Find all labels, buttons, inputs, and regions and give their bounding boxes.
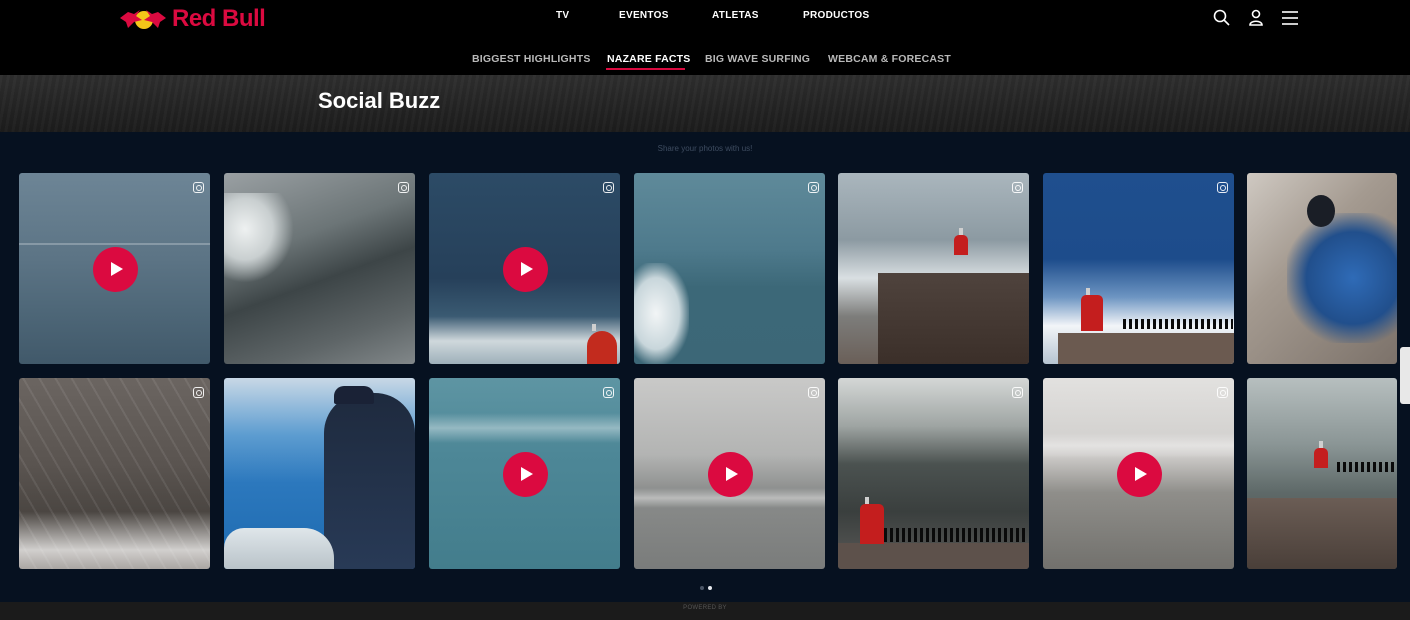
instagram-icon (1217, 182, 1228, 193)
search-icon[interactable] (1212, 8, 1232, 28)
main-nav: TV EVENTOS ATLETAS PRODUCTOS (0, 10, 1410, 24)
instagram-icon (193, 387, 204, 398)
play-icon[interactable] (502, 451, 548, 497)
powered-by-text: POWERED BY (683, 605, 727, 611)
play-icon[interactable] (1116, 451, 1162, 497)
page-title: Social Buzz (318, 88, 441, 113)
header-actions (1212, 8, 1300, 28)
instagram-icon (1012, 182, 1023, 193)
gallery-tile-r2-c2[interactable] (224, 378, 415, 569)
instagram-icon (193, 182, 204, 193)
gallery-pagination (700, 586, 712, 590)
nav-link-productos[interactable]: PRODUCTOS (803, 10, 869, 21)
play-icon[interactable] (502, 246, 548, 292)
pagination-dot-2[interactable] (708, 586, 712, 590)
subnav-nazare-facts[interactable]: NAZARE FACTS (607, 53, 690, 65)
nav-link-eventos[interactable]: EVENTOS (619, 10, 669, 21)
gallery-tile-r1-c4[interactable] (634, 173, 825, 364)
gallery-tile-r2-c3[interactable] (429, 378, 620, 569)
user-icon[interactable] (1246, 8, 1266, 28)
play-icon[interactable] (92, 246, 138, 292)
gallery-tile-r1-c1[interactable] (19, 173, 210, 364)
gallery-tile-r2-c5[interactable] (838, 378, 1029, 569)
pagination-dot-1[interactable] (700, 586, 704, 590)
gallery-tile-r1-c2[interactable] (224, 173, 415, 364)
section-header: Social Buzz (0, 75, 1410, 132)
instagram-icon (603, 182, 614, 193)
gallery-tile-r1-c6[interactable] (1043, 173, 1234, 364)
top-navigation-bar: Red Bull TV EVENTOS ATLETAS PRODUCTOS BI… (0, 0, 1410, 75)
sub-navigation: BIGGEST HIGHLIGHTS NAZARE FACTS BIG WAVE… (0, 53, 1410, 73)
footer-strip: POWERED BY (0, 602, 1410, 620)
gallery-tile-r2-c4[interactable] (634, 378, 825, 569)
gallery-tile-r2-c1[interactable] (19, 378, 210, 569)
gallery-caption: Share your photos with us! (657, 144, 753, 153)
instagram-icon (808, 387, 819, 398)
play-icon[interactable] (707, 451, 753, 497)
instagram-icon (808, 182, 819, 193)
subnav-biggest-highlights[interactable]: BIGGEST HIGHLIGHTS (472, 53, 591, 65)
menu-icon[interactable] (1280, 8, 1300, 28)
instagram-icon (603, 387, 614, 398)
subnav-big-wave-surfing[interactable]: BIG WAVE SURFING (705, 53, 810, 65)
instagram-icon (1217, 387, 1228, 398)
gallery-tile-r2-c7[interactable] (1247, 378, 1397, 569)
instagram-icon (1012, 387, 1023, 398)
side-feedback-tab[interactable] (1400, 347, 1410, 404)
nav-link-atletas[interactable]: ATLETAS (712, 10, 759, 21)
gallery-tile-r2-c6[interactable] (1043, 378, 1234, 569)
gallery-tile-r1-c3[interactable] (429, 173, 620, 364)
social-buzz-gallery: Share your photos with us! (0, 132, 1410, 602)
subnav-webcam-forecast[interactable]: WEBCAM & FORECAST (828, 53, 951, 65)
nav-link-tv[interactable]: TV (556, 10, 569, 21)
gallery-tile-r1-c5[interactable] (838, 173, 1029, 364)
instagram-icon (398, 182, 409, 193)
active-tab-underline (606, 68, 685, 70)
gallery-tile-r1-c7[interactable] (1247, 173, 1397, 364)
